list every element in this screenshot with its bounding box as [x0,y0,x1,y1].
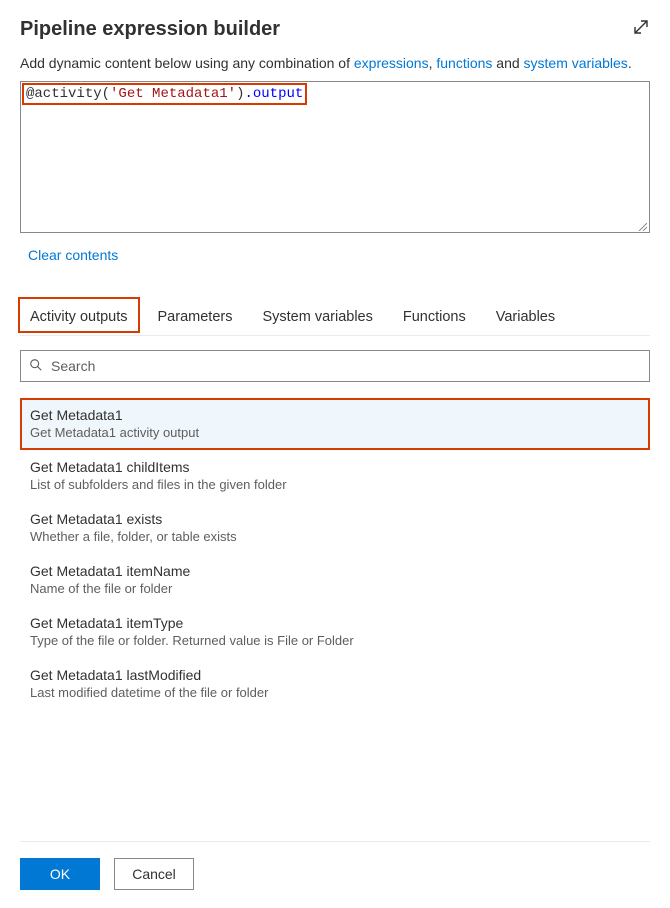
link-system-variables[interactable]: system variables [524,55,628,71]
footer: OK Cancel [20,841,650,890]
list-item-title: Get Metadata1 itemType [30,615,640,631]
tab-functions[interactable]: Functions [399,301,470,335]
list-item-title: Get Metadata1 [30,407,640,423]
list-item-desc: Type of the file or folder. Returned val… [30,633,640,648]
list-item-desc: Name of the file or folder [30,581,640,596]
outputs-list: Get Metadata1 Get Metadata1 activity out… [20,398,650,710]
resize-handle-icon[interactable] [637,220,647,230]
tab-parameters[interactable]: Parameters [154,301,237,335]
link-expressions[interactable]: expressions [354,55,429,71]
list-item-title: Get Metadata1 itemName [30,563,640,579]
list-item[interactable]: Get Metadata1 exists Whether a file, fol… [20,502,650,554]
list-item[interactable]: Get Metadata1 itemType Type of the file … [20,606,650,658]
list-item-desc: Whether a file, folder, or table exists [30,529,640,544]
expand-icon[interactable] [632,18,650,36]
tab-system-variables[interactable]: System variables [258,301,376,335]
tab-activity-outputs[interactable]: Activity outputs [26,301,132,335]
list-item[interactable]: Get Metadata1 childItems List of subfold… [20,450,650,502]
search-input[interactable] [51,358,641,374]
page-title: Pipeline expression builder [20,18,280,41]
search-box[interactable] [20,350,650,382]
link-functions[interactable]: functions [436,55,492,71]
expression-editor[interactable]: @activity('Get Metadata1').output [20,81,650,233]
list-item-title: Get Metadata1 childItems [30,459,640,475]
list-item[interactable]: Get Metadata1 itemName Name of the file … [20,554,650,606]
expression-text: @activity('Get Metadata1').output [22,83,307,105]
list-item-desc: Last modified datetime of the file or fo… [30,685,640,700]
subtitle: Add dynamic content below using any comb… [20,55,650,71]
tabs: Activity outputs Parameters System varia… [20,301,650,336]
clear-contents-link[interactable]: Clear contents [28,247,118,263]
list-item-desc: List of subfolders and files in the give… [30,477,640,492]
ok-button[interactable]: OK [20,858,100,890]
list-item[interactable]: Get Metadata1 Get Metadata1 activity out… [20,398,650,450]
tab-variables[interactable]: Variables [492,301,559,335]
list-item-title: Get Metadata1 lastModified [30,667,640,683]
list-item-desc: Get Metadata1 activity output [30,425,640,440]
list-item[interactable]: Get Metadata1 lastModified Last modified… [20,658,650,710]
search-icon [29,358,43,375]
cancel-button[interactable]: Cancel [114,858,194,890]
subtitle-text-prefix: Add dynamic content below using any comb… [20,55,354,71]
list-item-title: Get Metadata1 exists [30,511,640,527]
